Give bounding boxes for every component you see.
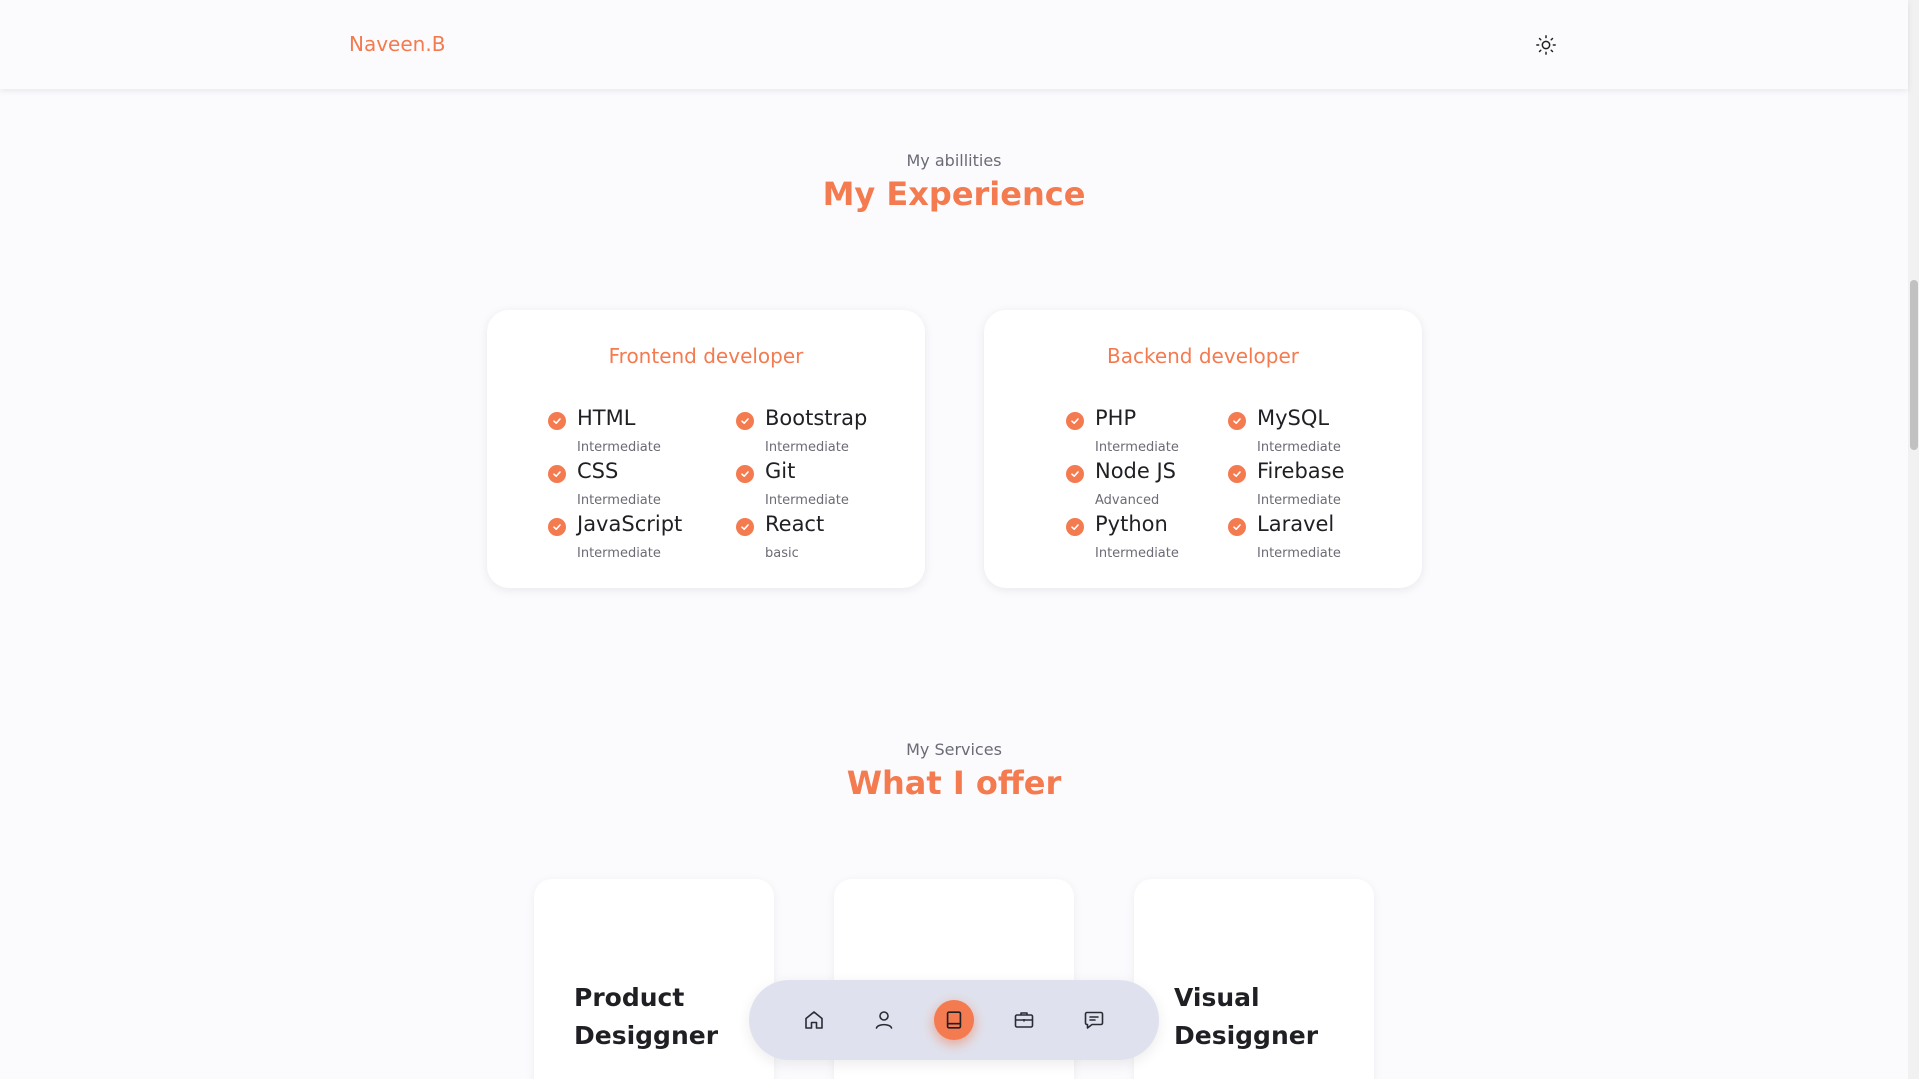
frontend-card-title: Frontend developer	[608, 344, 804, 368]
skill-name: PHP	[1095, 406, 1137, 430]
service-card: Product Desiggner	[534, 879, 774, 1079]
skill-item: Git Intermediate	[736, 459, 906, 513]
skill-level: Advanced	[1095, 493, 1160, 508]
check-badge-icon	[1228, 412, 1246, 430]
service-card: Visual Desiggner	[1134, 879, 1374, 1079]
skill-level: Intermediate	[1257, 493, 1341, 508]
skill-item: HTML Intermediate	[548, 406, 718, 460]
book-icon	[946, 1011, 962, 1029]
services-title: What I offer	[846, 764, 1062, 802]
skill-name: Firebase	[1257, 459, 1345, 483]
skill-item: PHP Intermediate	[1066, 406, 1236, 460]
skill-item: Laravel Intermediate	[1228, 512, 1398, 566]
skill-level: basic	[765, 546, 799, 561]
nav-experience[interactable]	[934, 1000, 974, 1040]
scrollbar-track[interactable]	[1908, 0, 1919, 1079]
skill-name: Bootstrap	[765, 406, 868, 430]
skill-level: Intermediate	[1257, 440, 1341, 455]
check-badge-icon	[548, 518, 566, 536]
skill-item: MySQL Intermediate	[1228, 406, 1398, 460]
nav-contact[interactable]	[1074, 1000, 1114, 1040]
skill-name: React	[765, 512, 825, 536]
skill-name: Python	[1095, 512, 1168, 536]
check-badge-icon	[548, 412, 566, 430]
check-badge-icon	[736, 465, 754, 483]
services-subtitle: My Services	[906, 740, 1002, 759]
skill-name: HTML	[577, 406, 636, 430]
message-icon	[1084, 1011, 1104, 1029]
sun-icon	[1536, 35, 1556, 55]
skill-item: Bootstrap Intermediate	[736, 406, 906, 460]
skill-level: Intermediate	[577, 546, 661, 561]
bottom-nav	[749, 980, 1159, 1060]
skill-name: Node JS	[1095, 459, 1177, 483]
check-badge-icon	[1066, 518, 1084, 536]
skill-level: Intermediate	[765, 493, 849, 508]
backend-card: Backend developer PHP Intermediate MySQL…	[984, 310, 1422, 588]
skill-level: Intermediate	[1095, 440, 1179, 455]
briefcase-icon	[1014, 1012, 1034, 1028]
check-badge-icon	[736, 412, 754, 430]
scrollbar-thumb[interactable]	[1910, 280, 1918, 450]
skill-item: CSS Intermediate	[548, 459, 718, 513]
skill-level: Intermediate	[1257, 546, 1341, 561]
skill-name: CSS	[577, 459, 619, 483]
frontend-card: Frontend developer HTML Intermediate Boo…	[487, 310, 925, 588]
home-icon	[805, 1011, 823, 1029]
skill-item: React basic	[736, 512, 906, 566]
skill-item: Python Intermediate	[1066, 512, 1236, 566]
check-badge-icon	[1228, 465, 1246, 483]
service-title: Visual Desiggner	[1174, 983, 1319, 1050]
check-badge-icon	[1066, 465, 1084, 483]
skill-name: Git	[765, 459, 796, 483]
experience-title: My Experience	[822, 175, 1086, 213]
skill-name: Laravel	[1257, 512, 1335, 536]
skill-item: Firebase Intermediate	[1228, 459, 1398, 513]
nav-services[interactable]	[1004, 1000, 1044, 1040]
skill-level: Intermediate	[577, 440, 661, 455]
skill-level: Intermediate	[765, 440, 849, 455]
skill-name: MySQL	[1257, 406, 1330, 430]
check-badge-icon	[1228, 518, 1246, 536]
header: Naveen.B	[0, 0, 1908, 89]
nav-about[interactable]	[864, 1000, 904, 1040]
check-badge-icon	[736, 518, 754, 536]
backend-card-title: Backend developer	[1106, 344, 1300, 368]
skill-item: Node JS Advanced	[1066, 459, 1236, 513]
skill-level: Intermediate	[577, 493, 661, 508]
user-icon	[875, 1011, 893, 1029]
skill-level: Intermediate	[1095, 546, 1179, 561]
check-badge-icon	[548, 465, 566, 483]
experience-subtitle: My abillities	[906, 151, 1002, 170]
skill-item: JavaScript Intermediate	[548, 512, 718, 566]
nav-home[interactable]	[794, 1000, 834, 1040]
logo[interactable]: Naveen.B	[349, 32, 445, 56]
service-title: Product Desiggner	[574, 983, 719, 1050]
check-badge-icon	[1066, 412, 1084, 430]
theme-toggle-button[interactable]	[1531, 30, 1561, 60]
skill-name: JavaScript	[577, 512, 683, 536]
